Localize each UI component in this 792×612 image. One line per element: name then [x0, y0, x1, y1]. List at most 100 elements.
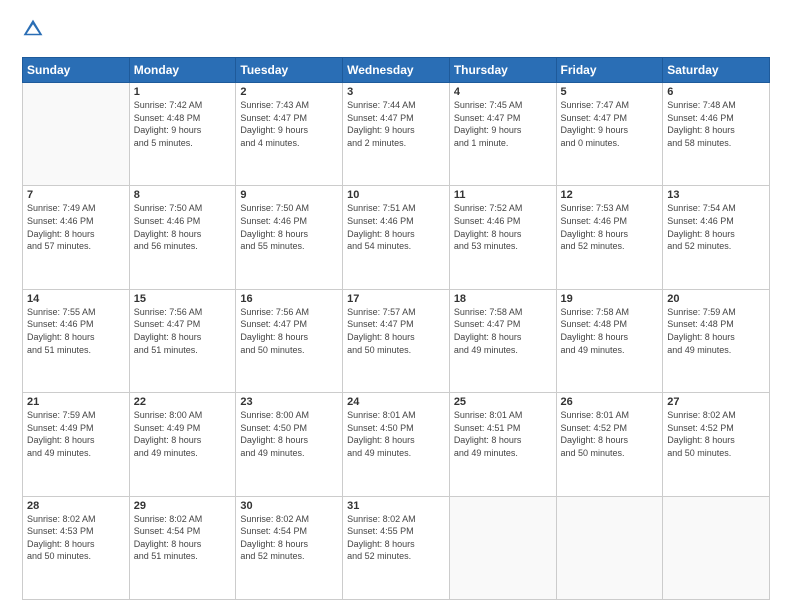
weekday-thursday: Thursday — [449, 58, 556, 83]
day-number: 29 — [134, 500, 232, 512]
day-number: 11 — [454, 189, 552, 201]
day-number: 7 — [27, 189, 125, 201]
day-info: Sunrise: 8:01 AM Sunset: 4:50 PM Dayligh… — [347, 409, 445, 459]
day-info: Sunrise: 8:02 AM Sunset: 4:54 PM Dayligh… — [134, 513, 232, 563]
day-cell: 11Sunrise: 7:52 AM Sunset: 4:46 PM Dayli… — [449, 186, 556, 289]
week-row-1: 1Sunrise: 7:42 AM Sunset: 4:48 PM Daylig… — [23, 83, 770, 186]
day-cell — [556, 496, 663, 599]
day-cell: 29Sunrise: 8:02 AM Sunset: 4:54 PM Dayli… — [129, 496, 236, 599]
day-number: 12 — [561, 189, 659, 201]
day-cell: 1Sunrise: 7:42 AM Sunset: 4:48 PM Daylig… — [129, 83, 236, 186]
week-row-4: 21Sunrise: 7:59 AM Sunset: 4:49 PM Dayli… — [23, 393, 770, 496]
week-row-2: 7Sunrise: 7:49 AM Sunset: 4:46 PM Daylig… — [23, 186, 770, 289]
day-cell: 5Sunrise: 7:47 AM Sunset: 4:47 PM Daylig… — [556, 83, 663, 186]
day-info: Sunrise: 8:01 AM Sunset: 4:52 PM Dayligh… — [561, 409, 659, 459]
day-number: 8 — [134, 189, 232, 201]
day-cell: 13Sunrise: 7:54 AM Sunset: 4:46 PM Dayli… — [663, 186, 770, 289]
weekday-sunday: Sunday — [23, 58, 130, 83]
day-cell — [663, 496, 770, 599]
day-cell: 19Sunrise: 7:58 AM Sunset: 4:48 PM Dayli… — [556, 289, 663, 392]
day-info: Sunrise: 7:50 AM Sunset: 4:46 PM Dayligh… — [134, 202, 232, 252]
day-info: Sunrise: 7:59 AM Sunset: 4:48 PM Dayligh… — [667, 306, 765, 356]
day-info: Sunrise: 8:02 AM Sunset: 4:52 PM Dayligh… — [667, 409, 765, 459]
day-number: 27 — [667, 396, 765, 408]
day-number: 5 — [561, 86, 659, 98]
day-number: 17 — [347, 293, 445, 305]
day-info: Sunrise: 7:56 AM Sunset: 4:47 PM Dayligh… — [134, 306, 232, 356]
calendar-body: 1Sunrise: 7:42 AM Sunset: 4:48 PM Daylig… — [23, 83, 770, 600]
day-cell: 21Sunrise: 7:59 AM Sunset: 4:49 PM Dayli… — [23, 393, 130, 496]
day-cell: 18Sunrise: 7:58 AM Sunset: 4:47 PM Dayli… — [449, 289, 556, 392]
day-number: 10 — [347, 189, 445, 201]
day-info: Sunrise: 7:44 AM Sunset: 4:47 PM Dayligh… — [347, 99, 445, 149]
day-info: Sunrise: 7:53 AM Sunset: 4:46 PM Dayligh… — [561, 202, 659, 252]
day-info: Sunrise: 7:43 AM Sunset: 4:47 PM Dayligh… — [240, 99, 338, 149]
day-cell: 2Sunrise: 7:43 AM Sunset: 4:47 PM Daylig… — [236, 83, 343, 186]
day-info: Sunrise: 8:00 AM Sunset: 4:49 PM Dayligh… — [134, 409, 232, 459]
weekday-header-row: SundayMondayTuesdayWednesdayThursdayFrid… — [23, 58, 770, 83]
day-cell: 17Sunrise: 7:57 AM Sunset: 4:47 PM Dayli… — [343, 289, 450, 392]
day-number: 2 — [240, 86, 338, 98]
logo — [22, 18, 46, 47]
day-number: 14 — [27, 293, 125, 305]
day-number: 19 — [561, 293, 659, 305]
day-number: 6 — [667, 86, 765, 98]
day-number: 4 — [454, 86, 552, 98]
day-cell: 15Sunrise: 7:56 AM Sunset: 4:47 PM Dayli… — [129, 289, 236, 392]
day-info: Sunrise: 8:01 AM Sunset: 4:51 PM Dayligh… — [454, 409, 552, 459]
day-cell: 4Sunrise: 7:45 AM Sunset: 4:47 PM Daylig… — [449, 83, 556, 186]
day-info: Sunrise: 8:02 AM Sunset: 4:54 PM Dayligh… — [240, 513, 338, 563]
day-info: Sunrise: 7:58 AM Sunset: 4:47 PM Dayligh… — [454, 306, 552, 356]
day-cell: 27Sunrise: 8:02 AM Sunset: 4:52 PM Dayli… — [663, 393, 770, 496]
day-cell: 12Sunrise: 7:53 AM Sunset: 4:46 PM Dayli… — [556, 186, 663, 289]
day-cell — [449, 496, 556, 599]
day-number: 24 — [347, 396, 445, 408]
day-number: 15 — [134, 293, 232, 305]
day-info: Sunrise: 7:57 AM Sunset: 4:47 PM Dayligh… — [347, 306, 445, 356]
day-number: 9 — [240, 189, 338, 201]
day-number: 22 — [134, 396, 232, 408]
day-number: 23 — [240, 396, 338, 408]
day-cell: 31Sunrise: 8:02 AM Sunset: 4:55 PM Dayli… — [343, 496, 450, 599]
day-cell: 30Sunrise: 8:02 AM Sunset: 4:54 PM Dayli… — [236, 496, 343, 599]
day-number: 1 — [134, 86, 232, 98]
day-cell: 3Sunrise: 7:44 AM Sunset: 4:47 PM Daylig… — [343, 83, 450, 186]
weekday-monday: Monday — [129, 58, 236, 83]
day-info: Sunrise: 7:55 AM Sunset: 4:46 PM Dayligh… — [27, 306, 125, 356]
day-cell: 8Sunrise: 7:50 AM Sunset: 4:46 PM Daylig… — [129, 186, 236, 289]
day-number: 20 — [667, 293, 765, 305]
day-cell: 6Sunrise: 7:48 AM Sunset: 4:46 PM Daylig… — [663, 83, 770, 186]
day-number: 25 — [454, 396, 552, 408]
day-cell: 16Sunrise: 7:56 AM Sunset: 4:47 PM Dayli… — [236, 289, 343, 392]
day-info: Sunrise: 8:00 AM Sunset: 4:50 PM Dayligh… — [240, 409, 338, 459]
day-cell: 22Sunrise: 8:00 AM Sunset: 4:49 PM Dayli… — [129, 393, 236, 496]
day-number: 21 — [27, 396, 125, 408]
day-info: Sunrise: 7:50 AM Sunset: 4:46 PM Dayligh… — [240, 202, 338, 252]
day-number: 26 — [561, 396, 659, 408]
day-cell: 26Sunrise: 8:01 AM Sunset: 4:52 PM Dayli… — [556, 393, 663, 496]
day-cell: 24Sunrise: 8:01 AM Sunset: 4:50 PM Dayli… — [343, 393, 450, 496]
day-cell: 7Sunrise: 7:49 AM Sunset: 4:46 PM Daylig… — [23, 186, 130, 289]
weekday-tuesday: Tuesday — [236, 58, 343, 83]
day-info: Sunrise: 7:45 AM Sunset: 4:47 PM Dayligh… — [454, 99, 552, 149]
day-cell: 20Sunrise: 7:59 AM Sunset: 4:48 PM Dayli… — [663, 289, 770, 392]
day-info: Sunrise: 7:58 AM Sunset: 4:48 PM Dayligh… — [561, 306, 659, 356]
day-number: 28 — [27, 500, 125, 512]
day-info: Sunrise: 7:52 AM Sunset: 4:46 PM Dayligh… — [454, 202, 552, 252]
day-info: Sunrise: 8:02 AM Sunset: 4:55 PM Dayligh… — [347, 513, 445, 563]
day-number: 13 — [667, 189, 765, 201]
day-info: Sunrise: 7:48 AM Sunset: 4:46 PM Dayligh… — [667, 99, 765, 149]
day-cell: 28Sunrise: 8:02 AM Sunset: 4:53 PM Dayli… — [23, 496, 130, 599]
day-number: 16 — [240, 293, 338, 305]
day-number: 18 — [454, 293, 552, 305]
week-row-3: 14Sunrise: 7:55 AM Sunset: 4:46 PM Dayli… — [23, 289, 770, 392]
day-cell: 25Sunrise: 8:01 AM Sunset: 4:51 PM Dayli… — [449, 393, 556, 496]
header — [22, 18, 770, 47]
calendar-table: SundayMondayTuesdayWednesdayThursdayFrid… — [22, 57, 770, 600]
day-info: Sunrise: 7:59 AM Sunset: 4:49 PM Dayligh… — [27, 409, 125, 459]
day-cell — [23, 83, 130, 186]
page: SundayMondayTuesdayWednesdayThursdayFrid… — [0, 0, 792, 612]
day-cell: 14Sunrise: 7:55 AM Sunset: 4:46 PM Dayli… — [23, 289, 130, 392]
day-number: 3 — [347, 86, 445, 98]
day-cell: 10Sunrise: 7:51 AM Sunset: 4:46 PM Dayli… — [343, 186, 450, 289]
